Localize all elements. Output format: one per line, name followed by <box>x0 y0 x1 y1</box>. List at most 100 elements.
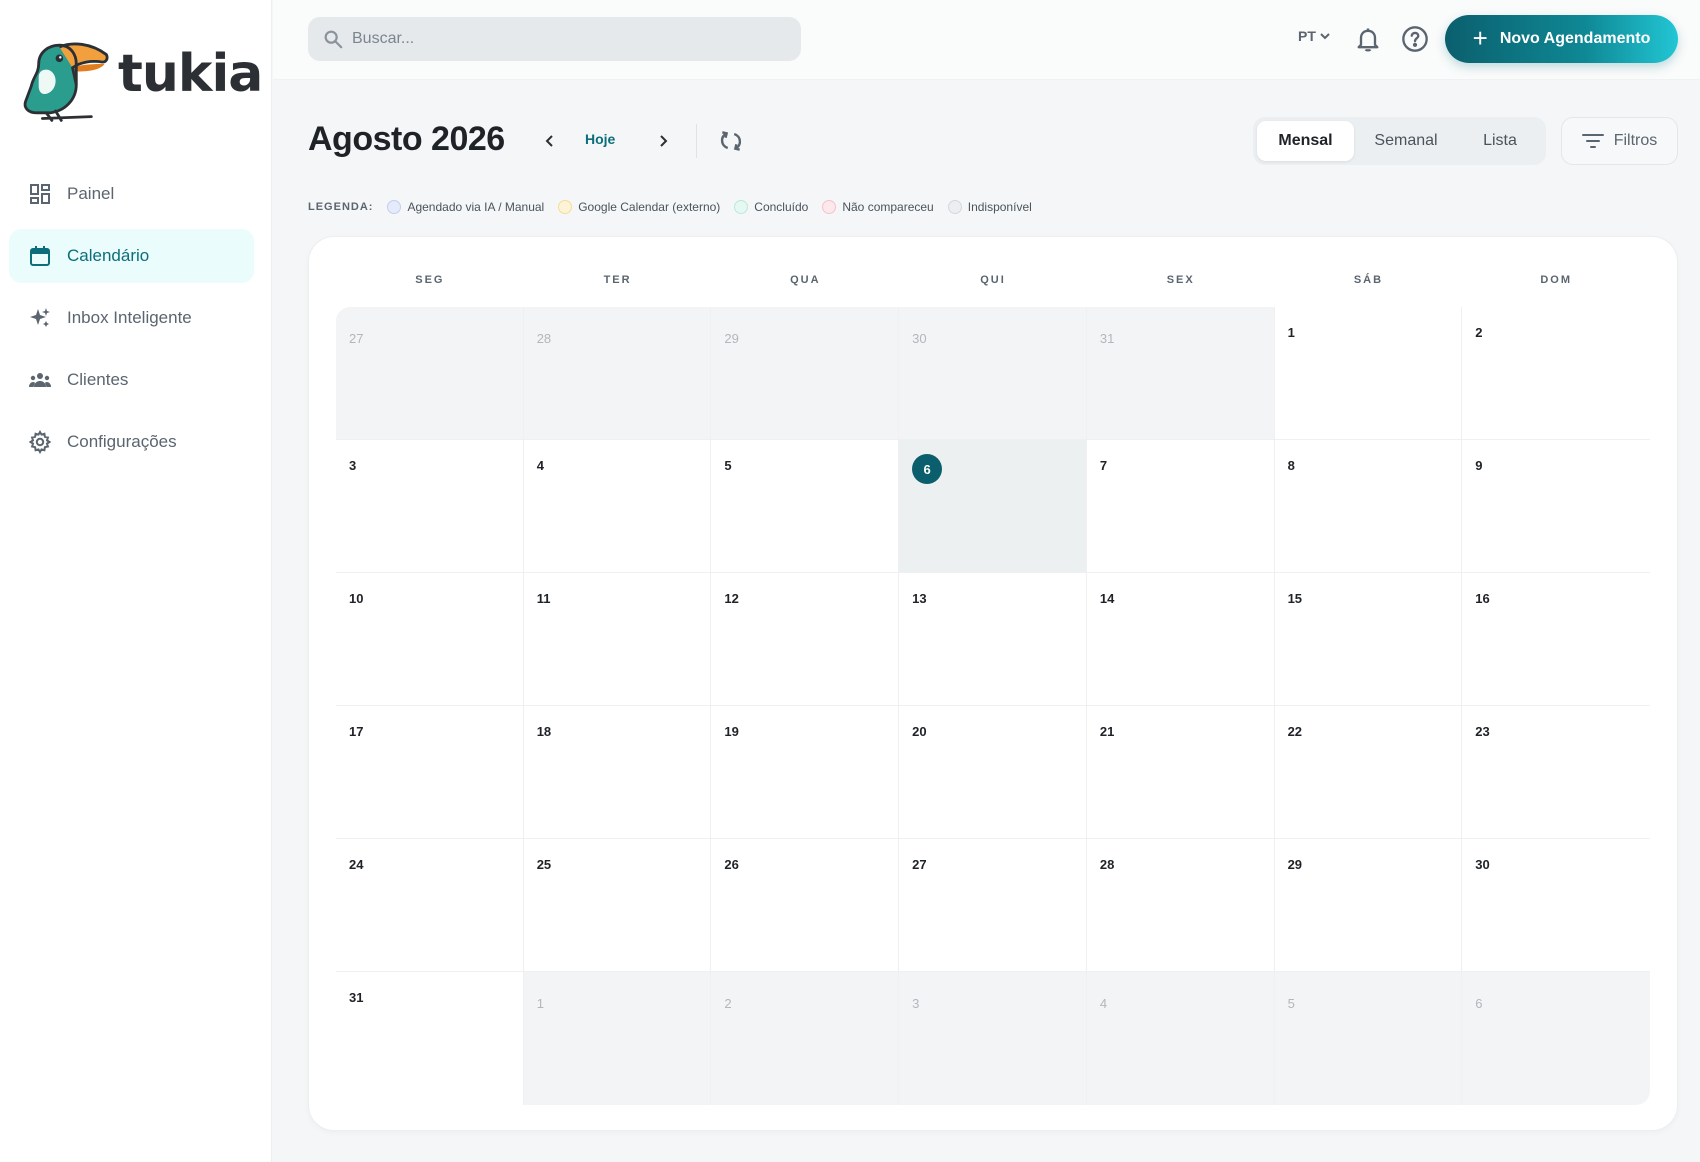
legend-title: LEGENDA: <box>308 201 374 213</box>
calendar-day-cell[interactable]: 31 <box>1086 307 1275 440</box>
calendar-day-cell[interactable]: 10 <box>336 573 524 706</box>
calendar-day-cell[interactable]: 21 <box>1086 706 1275 839</box>
day-number: 31 <box>1099 331 1115 346</box>
day-number: 3 <box>349 458 357 473</box>
view-monthly-tab[interactable]: Mensal <box>1257 121 1354 161</box>
calendar-day-cell[interactable]: 6 <box>899 440 1087 573</box>
legend-dot <box>947 200 962 214</box>
calendar-day-cell[interactable]: 1 <box>1274 307 1463 440</box>
sidebar-item-clientes[interactable]: Clientes <box>9 353 254 407</box>
day-number: 4 <box>536 458 544 473</box>
calendar-day-cell[interactable]: 25 <box>523 839 712 972</box>
calendar-day-cell[interactable]: 28 <box>523 307 712 440</box>
calendar-day-cell[interactable]: 17 <box>336 706 524 839</box>
calendar-day-cell[interactable]: 13 <box>899 573 1087 706</box>
calendar-day-cell[interactable]: 18 <box>523 706 712 839</box>
calendar-day-cell[interactable]: 28 <box>1086 839 1275 972</box>
calendar-day-cell[interactable]: 23 <box>1462 706 1650 839</box>
calendar-day-cell[interactable]: 15 <box>1274 573 1463 706</box>
bell-icon[interactable] <box>1354 25 1382 53</box>
calendar-day-cell[interactable]: 5 <box>1274 972 1463 1105</box>
calendar-day-cell[interactable]: 16 <box>1462 573 1650 706</box>
calendar-day-cell[interactable]: 9 <box>1462 440 1650 573</box>
day-number: 21 <box>1099 724 1115 739</box>
language-selector[interactable]: PT <box>1298 28 1331 44</box>
logo[interactable]: tukia <box>18 32 263 126</box>
sidebar-item-painel[interactable]: Painel <box>9 167 254 221</box>
calendar-day-cell[interactable]: 27 <box>336 307 524 440</box>
calendar-day-cell[interactable]: 29 <box>711 307 900 440</box>
day-number: 4 <box>1099 996 1108 1011</box>
calendar-day-cell[interactable]: 31 <box>336 972 524 1105</box>
dashboard-icon <box>27 181 53 207</box>
calendar-day-cell[interactable]: 30 <box>1462 839 1650 972</box>
calendar-day-cell[interactable]: 4 <box>523 440 712 573</box>
view-toggle: Mensal Semanal Lista <box>1253 117 1546 165</box>
calendar-card: SEG TER QUA QUI SEX SÁB DOM 27 28 29 30 31 1 2… <box>308 236 1678 1131</box>
calendar-day-cell[interactable]: 26 <box>711 839 900 972</box>
calendar-day-cell[interactable]: 20 <box>899 706 1087 839</box>
day-number: 28 <box>536 331 552 346</box>
calendar-day-cell[interactable]: 24 <box>336 839 524 972</box>
plus-icon: + <box>1472 23 1488 53</box>
sidebar-item-calendario[interactable]: Calendário <box>9 229 254 283</box>
legend: LEGENDA: Agendado via IA / Manual Google… <box>308 200 1046 214</box>
calendar-day-cell[interactable]: 2 <box>1462 307 1650 440</box>
legend-label: Google Calendar (externo) <box>578 200 721 214</box>
day-number: 5 <box>724 458 732 473</box>
calendar-day-cell[interactable]: 5 <box>711 440 900 573</box>
calendar-day-cell[interactable]: 2 <box>711 972 900 1105</box>
sidebar-item-inbox[interactable]: Inbox Inteligente <box>9 291 254 345</box>
calendar-day-cell[interactable]: 3 <box>336 440 524 573</box>
weekday-label: DOM <box>1540 274 1572 286</box>
day-number: 15 <box>1287 591 1303 606</box>
weekday-label: TER <box>603 274 632 286</box>
legend-label: Indisponível <box>967 200 1032 214</box>
view-list-tab[interactable]: Lista <box>1458 121 1542 161</box>
sync-icon[interactable] <box>718 128 744 154</box>
day-number: 25 <box>536 857 552 872</box>
search-icon <box>324 30 343 49</box>
weekday-label: SEX <box>1166 274 1195 286</box>
new-appointment-button[interactable]: + Novo Agendamento <box>1445 15 1678 63</box>
calendar-day-cell[interactable]: 27 <box>899 839 1087 972</box>
prev-month-button[interactable] <box>537 128 563 154</box>
calendar-day-cell[interactable]: 4 <box>1086 972 1275 1105</box>
calendar-day-cell[interactable]: 3 <box>899 972 1087 1105</box>
calendar-day-cell[interactable]: 8 <box>1274 440 1463 573</box>
sidebar-item-configuracoes[interactable]: Configurações <box>9 415 254 469</box>
legend-label: Agendado via IA / Manual <box>407 200 545 214</box>
search-box[interactable] <box>308 17 801 61</box>
legend-label: Concluído <box>754 200 809 214</box>
day-number: 8 <box>1287 458 1295 473</box>
view-weekly-tab[interactable]: Semanal <box>1354 121 1458 161</box>
calendar-day-cell[interactable]: 7 <box>1086 440 1275 573</box>
legend-item: Indisponível <box>947 200 1032 214</box>
calendar-day-cell[interactable]: 19 <box>711 706 900 839</box>
calendar-day-cell[interactable]: 22 <box>1274 706 1463 839</box>
calendar-day-cell[interactable]: 29 <box>1274 839 1463 972</box>
calendar-day-cell[interactable]: 12 <box>711 573 900 706</box>
day-number: 30 <box>912 331 927 346</box>
toucan-logo-icon <box>23 42 109 122</box>
day-number: 17 <box>349 724 364 739</box>
calendar-day-cell[interactable]: 11 <box>523 573 712 706</box>
today-button[interactable]: Hoje <box>585 131 615 147</box>
filters-label: Filtros <box>1613 132 1658 149</box>
next-month-button[interactable] <box>650 128 676 154</box>
calendar-day-cell[interactable]: 30 <box>899 307 1087 440</box>
legend-dot <box>734 200 749 214</box>
legend-dot <box>822 200 837 214</box>
filters-button[interactable]: Filtros <box>1561 117 1678 165</box>
day-number: 24 <box>349 857 364 872</box>
calendar-day-cell[interactable]: 14 <box>1086 573 1275 706</box>
calendar-icon <box>27 243 53 269</box>
day-number: 18 <box>536 724 552 739</box>
search-input[interactable] <box>352 30 772 48</box>
calendar-day-cell[interactable]: 1 <box>523 972 712 1105</box>
sidebar-item-label: Clientes <box>67 370 129 389</box>
calendar-day-cell[interactable]: 6 <box>1462 972 1650 1105</box>
day-number: 27 <box>912 857 927 872</box>
day-number: 19 <box>724 724 739 739</box>
help-icon[interactable] <box>1401 25 1429 53</box>
